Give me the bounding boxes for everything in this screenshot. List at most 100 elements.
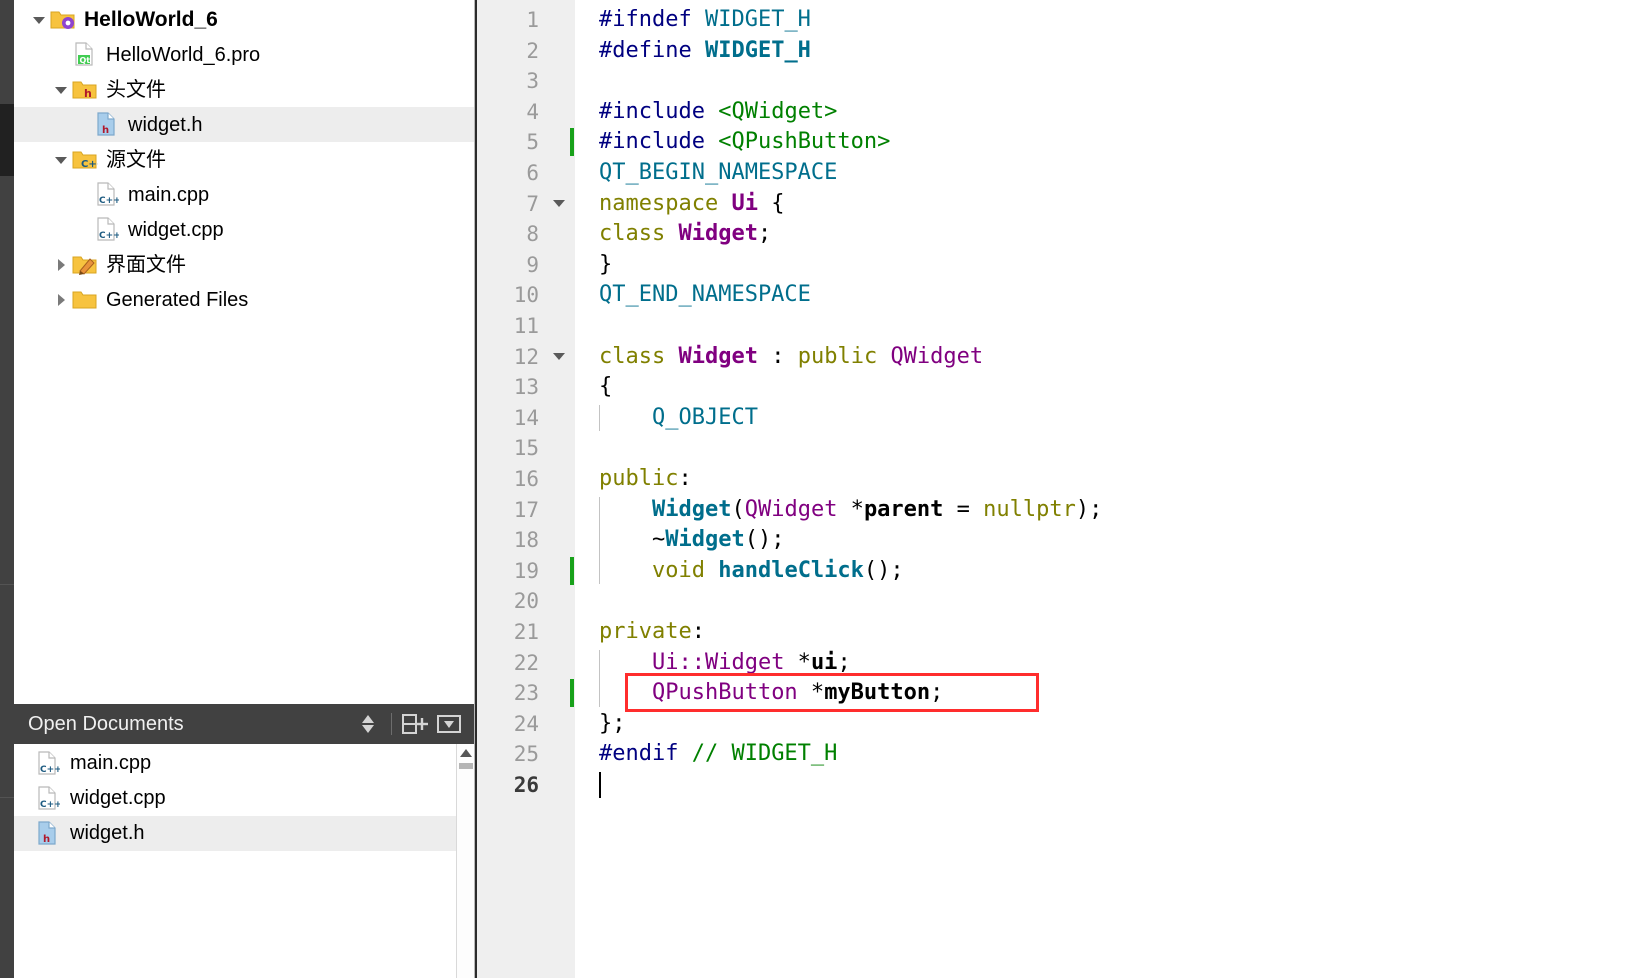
line-number: 9 xyxy=(526,252,539,277)
cpp-file-icon: C++ xyxy=(34,785,62,812)
line-number: 2 xyxy=(526,38,539,63)
cpp-file-icon: C++ xyxy=(94,212,120,247)
qt-creator-window: HelloWorld_6 Qt HelloWorld_6.pro h 头文件 h… xyxy=(0,0,1637,978)
open-document-label: widget.cpp xyxy=(70,787,166,809)
project-folder-icon xyxy=(50,2,76,37)
code-text-area[interactable]: #ifndef WIDGET_H #define WIDGET_H #include… xyxy=(575,0,1637,978)
gutter-border xyxy=(475,0,477,978)
code-editor[interactable]: 1 2 3 4 5 6 7 8 9 10 11 12 13 14 15 16 17 18 19 20 21 22 23 24 2… xyxy=(475,0,1637,978)
code-line: class Widget; xyxy=(599,221,772,247)
tree-item-[interactable]: C++ 源文件 xyxy=(14,142,474,177)
header-folder-icon: h xyxy=(72,72,98,107)
open-document-item[interactable]: C++ main.cpp xyxy=(14,746,456,781)
tree-item-[interactable]: h 头文件 xyxy=(14,72,474,107)
fold-toggle-icon[interactable] xyxy=(551,342,567,373)
code-line: Ui::Widget *ui; xyxy=(651,649,851,675)
tree-item-HelloWorld_6.pro[interactable]: Qt HelloWorld_6.pro xyxy=(14,37,474,72)
open-document-item[interactable]: h widget.h xyxy=(14,816,456,851)
open-documents-list[interactable]: C++ main.cpp C++ widget.cpp h widget.h xyxy=(14,744,474,978)
line-number: 13 xyxy=(513,375,539,400)
svg-text:C++: C++ xyxy=(99,196,119,206)
ui-folder-icon xyxy=(72,247,98,282)
cpp-file-icon: C++ xyxy=(94,177,120,212)
tree-item-label: 源文件 xyxy=(106,148,166,171)
tree-item-main.cpp[interactable]: C++ main.cpp xyxy=(14,177,474,212)
tree-expander-placeholder xyxy=(72,177,94,212)
tree-item-widget.cpp[interactable]: C++ widget.cpp xyxy=(14,212,474,247)
open-documents-header: Open Documents xyxy=(14,704,474,744)
chevron-right-icon[interactable] xyxy=(50,282,72,317)
code-line: #define WIDGET_H xyxy=(599,37,811,63)
line-number: 4 xyxy=(526,99,539,124)
code-line: }; xyxy=(599,710,626,736)
svg-text:h: h xyxy=(102,125,109,136)
mode-selector-strip[interactable] xyxy=(0,0,14,978)
mode-divider xyxy=(0,584,14,585)
scroll-up-arrow-icon[interactable] xyxy=(457,744,475,762)
h-file-icon: h xyxy=(34,820,62,847)
line-number: 21 xyxy=(513,620,539,644)
tree-item-label: HelloWorld_6 xyxy=(84,8,218,31)
code-line: void handleClick(); xyxy=(651,557,904,583)
split-add-icon[interactable] xyxy=(398,707,432,741)
indent-guide xyxy=(599,404,600,432)
tree-expander-placeholder xyxy=(50,37,72,72)
indent-guide xyxy=(599,496,600,585)
line-number: 14 xyxy=(513,405,539,430)
editor-gutter[interactable]: 1 2 3 4 5 6 7 8 9 10 11 12 13 14 15 16 17 18 19 20 21 22 23 24 2… xyxy=(475,0,575,978)
line-number: 18 xyxy=(513,528,539,553)
tree-item-label: 头文件 xyxy=(106,78,166,101)
chevron-down-icon[interactable] xyxy=(28,2,50,37)
mode-divider xyxy=(0,797,14,798)
chevron-right-icon[interactable] xyxy=(50,247,72,282)
close-dropdown-icon[interactable] xyxy=(432,707,466,741)
chevron-down-icon[interactable] xyxy=(50,142,72,177)
tree-expander-placeholder xyxy=(72,212,94,247)
cpp-file-icon: C++ xyxy=(34,750,62,777)
chevron-down-icon[interactable] xyxy=(50,72,72,107)
tree-item-label: widget.cpp xyxy=(128,218,224,241)
svg-text:Qt: Qt xyxy=(80,56,91,65)
scrollbar-thumb[interactable] xyxy=(459,763,473,769)
sort-toggle-icon[interactable] xyxy=(351,707,385,741)
change-marker xyxy=(570,679,574,708)
code-line: QT_BEGIN_NAMESPACE xyxy=(599,160,838,185)
svg-text:h: h xyxy=(43,834,50,845)
code-line: class Widget : public QWidget xyxy=(599,343,984,369)
line-number: 15 xyxy=(513,436,539,461)
code-line: } xyxy=(599,251,613,277)
line-number: 3 xyxy=(526,69,539,94)
open-documents-scrollbar[interactable] xyxy=(456,744,474,978)
code-line: namespace Ui { xyxy=(599,190,785,216)
tree-item-label: widget.h xyxy=(128,113,203,136)
tree-item-widget.h[interactable]: h widget.h xyxy=(14,107,474,142)
tree-item-label: Generated Files xyxy=(106,288,249,311)
line-number: 11 xyxy=(513,314,539,338)
code-line: public: xyxy=(599,466,692,491)
tree-item-label: main.cpp xyxy=(128,183,210,206)
change-marker xyxy=(570,556,574,585)
change-marker xyxy=(570,128,574,157)
tree-item-label: HelloWorld_6.pro xyxy=(106,43,261,66)
fold-toggle-icon[interactable] xyxy=(551,189,567,220)
line-number: 19 xyxy=(513,558,539,583)
folder-icon xyxy=(72,282,98,317)
line-number: 26 xyxy=(513,773,539,797)
code-line: { xyxy=(599,374,613,400)
open-document-label: main.cpp xyxy=(70,752,152,774)
line-number: 1 xyxy=(526,8,539,32)
code-line: #ifndef WIDGET_H xyxy=(599,7,811,32)
svg-text:C++: C++ xyxy=(40,800,60,810)
line-number: 12 xyxy=(513,344,539,369)
open-document-item[interactable]: C++ widget.cpp xyxy=(14,781,456,816)
project-tree[interactable]: HelloWorld_6 Qt HelloWorld_6.pro h 头文件 h… xyxy=(14,0,474,704)
code-line: Widget(QWidget *parent = nullptr); xyxy=(651,496,1103,522)
tree-item-GeneratedFiles[interactable]: Generated Files xyxy=(14,282,474,317)
mode-active-indicator[interactable] xyxy=(0,104,14,176)
left-sidebar: HelloWorld_6 Qt HelloWorld_6.pro h 头文件 h… xyxy=(14,0,475,978)
line-number: 10 xyxy=(513,283,539,308)
line-number: 24 xyxy=(513,711,539,736)
toolbar-divider xyxy=(391,713,392,735)
tree-item-HelloWorld_6[interactable]: HelloWorld_6 xyxy=(14,2,474,37)
tree-item-[interactable]: 界面文件 xyxy=(14,247,474,282)
